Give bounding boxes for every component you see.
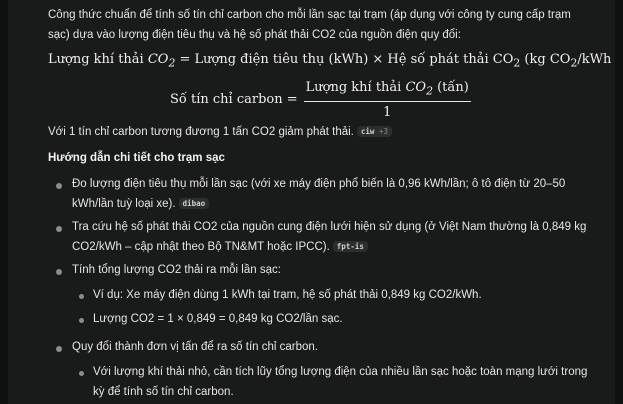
emission-formula: Lượng khí thải CO2 = Lượng điện tiêu thụ…: [48, 52, 612, 70]
list-bullet: [56, 346, 62, 352]
list-item: Tra cứu hệ số phát thải CO2 của nguồn cu…: [72, 221, 587, 253]
list-item: Ví dụ: Xe máy điện dùng 1 kWh tại trạm, …: [93, 289, 482, 301]
credit-formula: Số tín chỉ carbon = Lượng khí thải CO2 (…: [170, 80, 471, 120]
section-heading: Hướng dẫn chi tiết cho trạm sạc: [48, 152, 225, 164]
list-item: Quy đổi thành đơn vị tấn để ra số tín ch…: [72, 341, 318, 353]
citation-badge[interactable]: dibao: [178, 198, 210, 209]
citation-badge[interactable]: ciw +3: [356, 126, 392, 137]
list-item: Tính tổng lượng CO2 thải ra mỗi lần sạc:: [72, 264, 281, 276]
formula-rhs: = Lượng điện tiêu thụ (kWh) × Hệ số phát…: [175, 52, 514, 67]
list-bullet: [56, 226, 62, 232]
fraction-numerator: Lượng khí thải CO2 (tấn): [303, 80, 471, 102]
list-item: Đo lượng điện tiêu thụ mỗi lần sạc (với …: [72, 178, 566, 210]
window-edge-left: [0, 0, 8, 404]
list-bullet: [56, 269, 62, 275]
formula-co2: CO2: [147, 52, 176, 70]
citation-badge[interactable]: fpt-is: [332, 241, 368, 252]
formula-lhs: Lượng khí thải: [48, 52, 148, 67]
intro-paragraph: Công thức chuẩn để tính số tín chỉ carbo…: [48, 9, 571, 41]
formula-unit: (kg CO: [520, 52, 571, 67]
list-bullet: [56, 183, 62, 189]
list-bullet: [79, 371, 84, 376]
equivalence-paragraph: Với 1 tín chỉ carbon tương đương 1 tấn C…: [48, 122, 392, 142]
window-edge-right: [615, 0, 623, 404]
credit-formula-lhs: Số tín chỉ carbon =: [170, 92, 298, 108]
fraction-denominator: 1: [383, 104, 392, 120]
list-bullet: [79, 318, 84, 323]
list-item: Với lượng khí thải nhỏ, cần tích lũy tổn…: [93, 366, 588, 398]
list-bullet: [79, 294, 84, 299]
credit-fraction: Lượng khí thải CO2 (tấn) 1: [303, 80, 471, 120]
list-item: Lượng CO2 = 1 × 0,849 = 0,849 kg CO2/lần…: [93, 313, 343, 325]
